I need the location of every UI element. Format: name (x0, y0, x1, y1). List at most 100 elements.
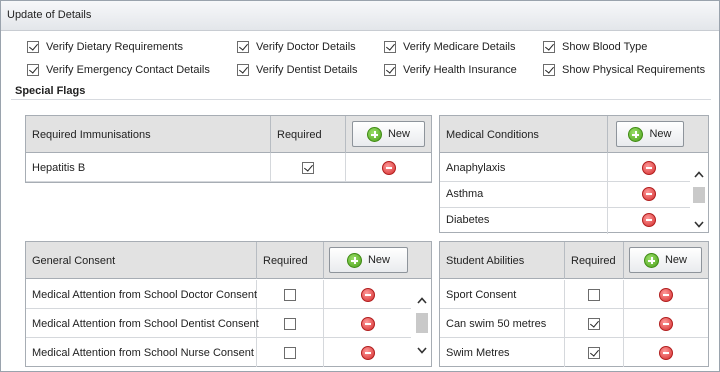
checkbox[interactable] (543, 64, 555, 76)
condition-name: Anaphylaxis (440, 153, 608, 182)
new-general-consent-button[interactable]: New (329, 247, 408, 273)
ability-name: Can swim 50 metres (440, 309, 565, 338)
option-verify-doctor[interactable]: Verify Doctor Details (237, 40, 356, 54)
table-row: Medical Attention from School Dentist Co… (26, 309, 411, 338)
checkbox[interactable] (384, 41, 396, 53)
minus-circle-icon[interactable] (381, 160, 396, 175)
section-divider (11, 99, 711, 100)
option-label: Show Blood Type (562, 41, 648, 53)
chevron-down-icon[interactable] (414, 342, 430, 358)
table-row: Asthma (440, 179, 690, 208)
plus-circle-icon (628, 126, 644, 142)
option-verify-dentist[interactable]: Verify Dentist Details (237, 63, 357, 77)
required-checkbox[interactable] (284, 317, 296, 330)
option-label: Verify Doctor Details (256, 41, 356, 53)
option-show-blood-type[interactable]: Show Blood Type (543, 40, 647, 54)
grid-header: Student Abilities Required New (440, 242, 708, 279)
condition-name: Asthma (440, 179, 608, 208)
remove-cell (624, 309, 708, 338)
scroll-thumb[interactable] (693, 187, 705, 203)
checkbox[interactable] (237, 41, 249, 53)
required-cell (257, 280, 324, 309)
checkbox[interactable] (27, 64, 39, 76)
button-label: New (387, 128, 410, 140)
table-row: Medical Attention from School Nurse Cons… (26, 338, 411, 367)
new-student-ability-button[interactable]: New (629, 247, 702, 273)
grid-header: Required Immunisations Required New (26, 116, 431, 153)
required-checkbox[interactable] (284, 288, 296, 301)
remove-cell (624, 280, 708, 309)
consent-name: Medical Attention from School Doctor Con… (26, 280, 257, 309)
chevron-up-icon[interactable] (691, 166, 707, 182)
option-show-physical-requirements[interactable]: Show Physical Requirements (543, 63, 705, 77)
remove-cell (608, 205, 690, 234)
option-verify-medicare[interactable]: Verify Medicare Details (384, 40, 516, 54)
table-row: Diabetes (440, 205, 690, 234)
remove-cell (324, 309, 411, 338)
checkbox[interactable] (237, 64, 249, 76)
plus-circle-icon (643, 252, 659, 268)
minus-circle-icon[interactable] (659, 287, 673, 302)
option-label: Show Physical Requirements (562, 64, 706, 76)
scrollbar[interactable] (414, 292, 430, 358)
table-row: Anaphylaxis (440, 153, 690, 182)
minus-circle-icon[interactable] (642, 212, 656, 227)
button-label: New (664, 254, 687, 266)
table-row: Medical Attention from School Doctor Con… (26, 280, 411, 309)
table-row: Swim Metres (440, 338, 708, 367)
minus-circle-icon[interactable] (659, 345, 673, 360)
required-cell (565, 309, 624, 338)
column-header-required: Required (257, 242, 324, 279)
condition-name: Diabetes (440, 205, 608, 234)
required-checkbox[interactable] (588, 346, 600, 359)
column-header-name: Student Abilities (440, 242, 565, 279)
table-row: Hepatitis B (26, 153, 431, 182)
minus-circle-icon[interactable] (360, 316, 375, 331)
new-immunisation-button[interactable]: New (352, 121, 425, 147)
column-header-required: Required (565, 242, 624, 279)
option-verify-dietary[interactable]: Verify Dietary Requirements (27, 40, 183, 54)
scroll-thumb[interactable] (416, 313, 428, 333)
minus-circle-icon[interactable] (642, 186, 656, 201)
table-row: Sport Consent (440, 280, 708, 309)
table-row: Can swim 50 metres (440, 309, 708, 338)
required-checkbox[interactable] (284, 346, 296, 359)
required-cell (257, 338, 324, 367)
required-cell (565, 280, 624, 309)
grid-header: General Consent Required New (26, 242, 431, 279)
consent-name: Medical Attention from School Dentist Co… (26, 309, 259, 338)
minus-circle-icon[interactable] (642, 160, 656, 175)
checkbox[interactable] (27, 41, 39, 53)
grid-header: Medical Conditions New (440, 116, 708, 153)
scrollbar[interactable] (691, 166, 707, 232)
immunisations-grid: Required Immunisations Required New Hepa… (25, 115, 432, 183)
minus-circle-icon[interactable] (360, 287, 375, 302)
required-checkbox[interactable] (588, 288, 600, 301)
window-title: Update of Details (7, 9, 92, 21)
option-label: Verify Health Insurance (403, 64, 517, 76)
required-checkbox[interactable] (588, 317, 600, 330)
column-header-name: General Consent (26, 242, 257, 279)
option-label: Verify Dentist Details (256, 64, 358, 76)
option-verify-health-insurance[interactable]: Verify Health Insurance (384, 63, 517, 77)
minus-circle-icon[interactable] (360, 345, 375, 360)
required-cell (565, 338, 624, 367)
new-medical-condition-button[interactable]: New (616, 121, 684, 147)
checkbox[interactable] (384, 64, 396, 76)
option-verify-emergency-contact[interactable]: Verify Emergency Contact Details (27, 63, 210, 77)
chevron-down-icon[interactable] (691, 216, 707, 232)
required-checkbox[interactable] (302, 161, 314, 174)
immunisation-name: Hepatitis B (26, 153, 271, 182)
button-label: New (649, 128, 672, 140)
column-header-required: Required (271, 116, 346, 153)
general-consent-grid: General Consent Required New Medical Att… (25, 241, 432, 367)
required-cell (271, 153, 346, 182)
remove-cell (324, 338, 411, 367)
minus-circle-icon[interactable] (659, 316, 673, 331)
consent-name: Medical Attention from School Nurse Cons… (26, 338, 257, 367)
option-label: Verify Dietary Requirements (46, 41, 183, 53)
medical-conditions-grid: Medical Conditions New Anaphylaxis Asthm… (439, 115, 709, 234)
remove-cell (346, 153, 431, 182)
checkbox[interactable] (543, 41, 555, 53)
chevron-up-icon[interactable] (414, 292, 430, 308)
